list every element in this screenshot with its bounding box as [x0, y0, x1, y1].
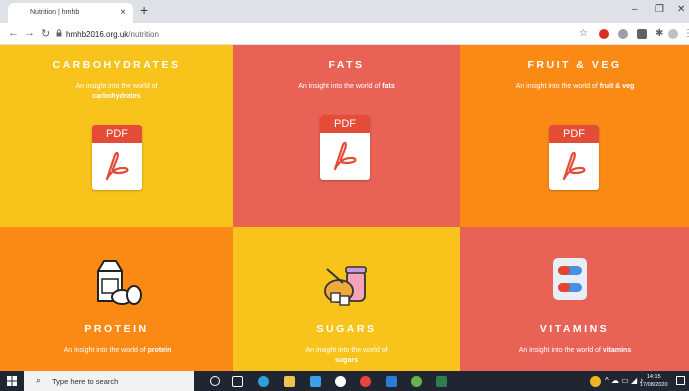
milk-eggs-icon	[97, 260, 142, 305]
card-title: FRUIT & VEG	[527, 59, 622, 71]
card-description: An insight into the world of sugars	[305, 347, 388, 364]
new-tab-button[interactable]: +	[140, 2, 148, 18]
forward-icon[interactable]: →	[24, 27, 35, 39]
action-center-icon[interactable]	[676, 376, 685, 385]
nutrition-grid: CARBOHYDRATES An insight into the world …	[0, 45, 689, 371]
browser-tab[interactable]: Nutrition | hmhb ×	[8, 3, 133, 23]
card-protein[interactable]: PROTEIN An insight into the world of pro…	[0, 227, 233, 371]
vitamin-pills-icon	[553, 258, 587, 300]
chrome-icon[interactable]	[360, 376, 371, 387]
menu-icon[interactable]: ⋮	[683, 28, 689, 39]
card-sugars[interactable]: SUGARS An insight into the world of sugar…	[233, 227, 460, 371]
card-description: An insight into the world of vitamins	[518, 347, 632, 354]
pdf-download-icon[interactable]: PDF	[549, 125, 599, 190]
hp-icon[interactable]	[335, 376, 346, 387]
extension-icon[interactable]	[637, 29, 647, 39]
card-title: PROTEIN	[84, 323, 149, 335]
search-icon: ⌕	[36, 375, 42, 385]
search-placeholder: Type here to search	[52, 377, 119, 386]
tab-close-icon[interactable]: ×	[120, 7, 126, 18]
clock-date: 17/08/2020	[640, 382, 668, 388]
card-description: An insight into the world of fruit & veg	[515, 83, 635, 90]
cortana-icon[interactable]	[210, 376, 220, 386]
extension-icon[interactable]	[618, 29, 628, 39]
taskbar: ⌕ Type here to search ^ ☁ ▭ ◢ ♪ 14:15 17…	[0, 371, 689, 391]
back-icon[interactable]: ←	[8, 27, 19, 39]
clock-time: 14:15	[646, 374, 661, 380]
mail-icon[interactable]	[386, 376, 397, 387]
honey-jar-icon	[324, 266, 367, 306]
window-close-button[interactable]: ✕	[677, 4, 685, 15]
card-carbohydrates[interactable]: CARBOHYDRATES An insight into the world …	[0, 45, 233, 227]
pdf-download-icon[interactable]: PDF	[320, 115, 370, 180]
card-fats[interactable]: FATS An insight into the world of fats P…	[233, 45, 460, 227]
windows-start-icon[interactable]	[7, 376, 17, 386]
edge-icon[interactable]	[258, 376, 269, 387]
browser-tab-bar: Nutrition | hmhb × + – ❐ ✕	[0, 0, 689, 23]
pdf-download-icon[interactable]: PDF	[92, 125, 142, 190]
url-path: /nutrition	[128, 30, 159, 39]
pdf-label: PDF	[92, 125, 142, 143]
address-bar: ← → ↻ hmhb2016.org.uk/nutrition ☆ ✱ ⋮	[0, 23, 689, 45]
card-description: An insight into the world of protein	[63, 347, 172, 354]
project-icon[interactable]	[436, 376, 447, 387]
reload-icon[interactable]: ↻	[41, 27, 50, 40]
puzzle-icon[interactable]: ✱	[655, 28, 663, 39]
taskbar-clock[interactable]: 14:15 17/08/2020	[640, 373, 668, 389]
app-icon[interactable]	[310, 376, 321, 387]
app-icon[interactable]	[411, 376, 422, 387]
pdf-label: PDF	[320, 115, 370, 133]
url-domain: hmhb2016.org.uk	[66, 30, 129, 39]
file-explorer-icon[interactable]	[284, 376, 295, 387]
system-tray-icons[interactable]: ^ ☁ ▭ ◢ ♪	[605, 376, 643, 385]
task-view-icon[interactable]	[232, 376, 243, 387]
lock-icon	[56, 29, 62, 37]
profile-icon[interactable]	[668, 29, 678, 39]
star-icon[interactable]: ☆	[579, 28, 588, 39]
card-title: VITAMINS	[539, 323, 610, 335]
pdf-label: PDF	[549, 125, 599, 143]
notification-tray-icon[interactable]	[590, 376, 601, 387]
card-fruit-veg[interactable]: FRUIT & VEG An insight into the world of…	[460, 45, 689, 227]
url-field[interactable]: hmhb2016.org.uk/nutrition	[66, 30, 159, 39]
maximize-button[interactable]: ❐	[655, 4, 664, 15]
taskbar-search-input[interactable]: ⌕ Type here to search	[24, 371, 194, 391]
card-title: CARBOHYDRATES	[52, 59, 181, 71]
card-description: An insight into the world of fats	[298, 83, 395, 90]
card-description: An insight into the world of carbohydrate…	[75, 83, 158, 100]
card-title: FATS	[328, 59, 365, 71]
extension-icon[interactable]	[599, 29, 609, 39]
tab-title: Nutrition | hmhb	[30, 9, 80, 16]
minimize-button[interactable]: –	[632, 4, 638, 15]
card-vitamins[interactable]: VITAMINS An insight into the world of vi…	[460, 227, 689, 371]
card-title: SUGARS	[316, 323, 377, 335]
